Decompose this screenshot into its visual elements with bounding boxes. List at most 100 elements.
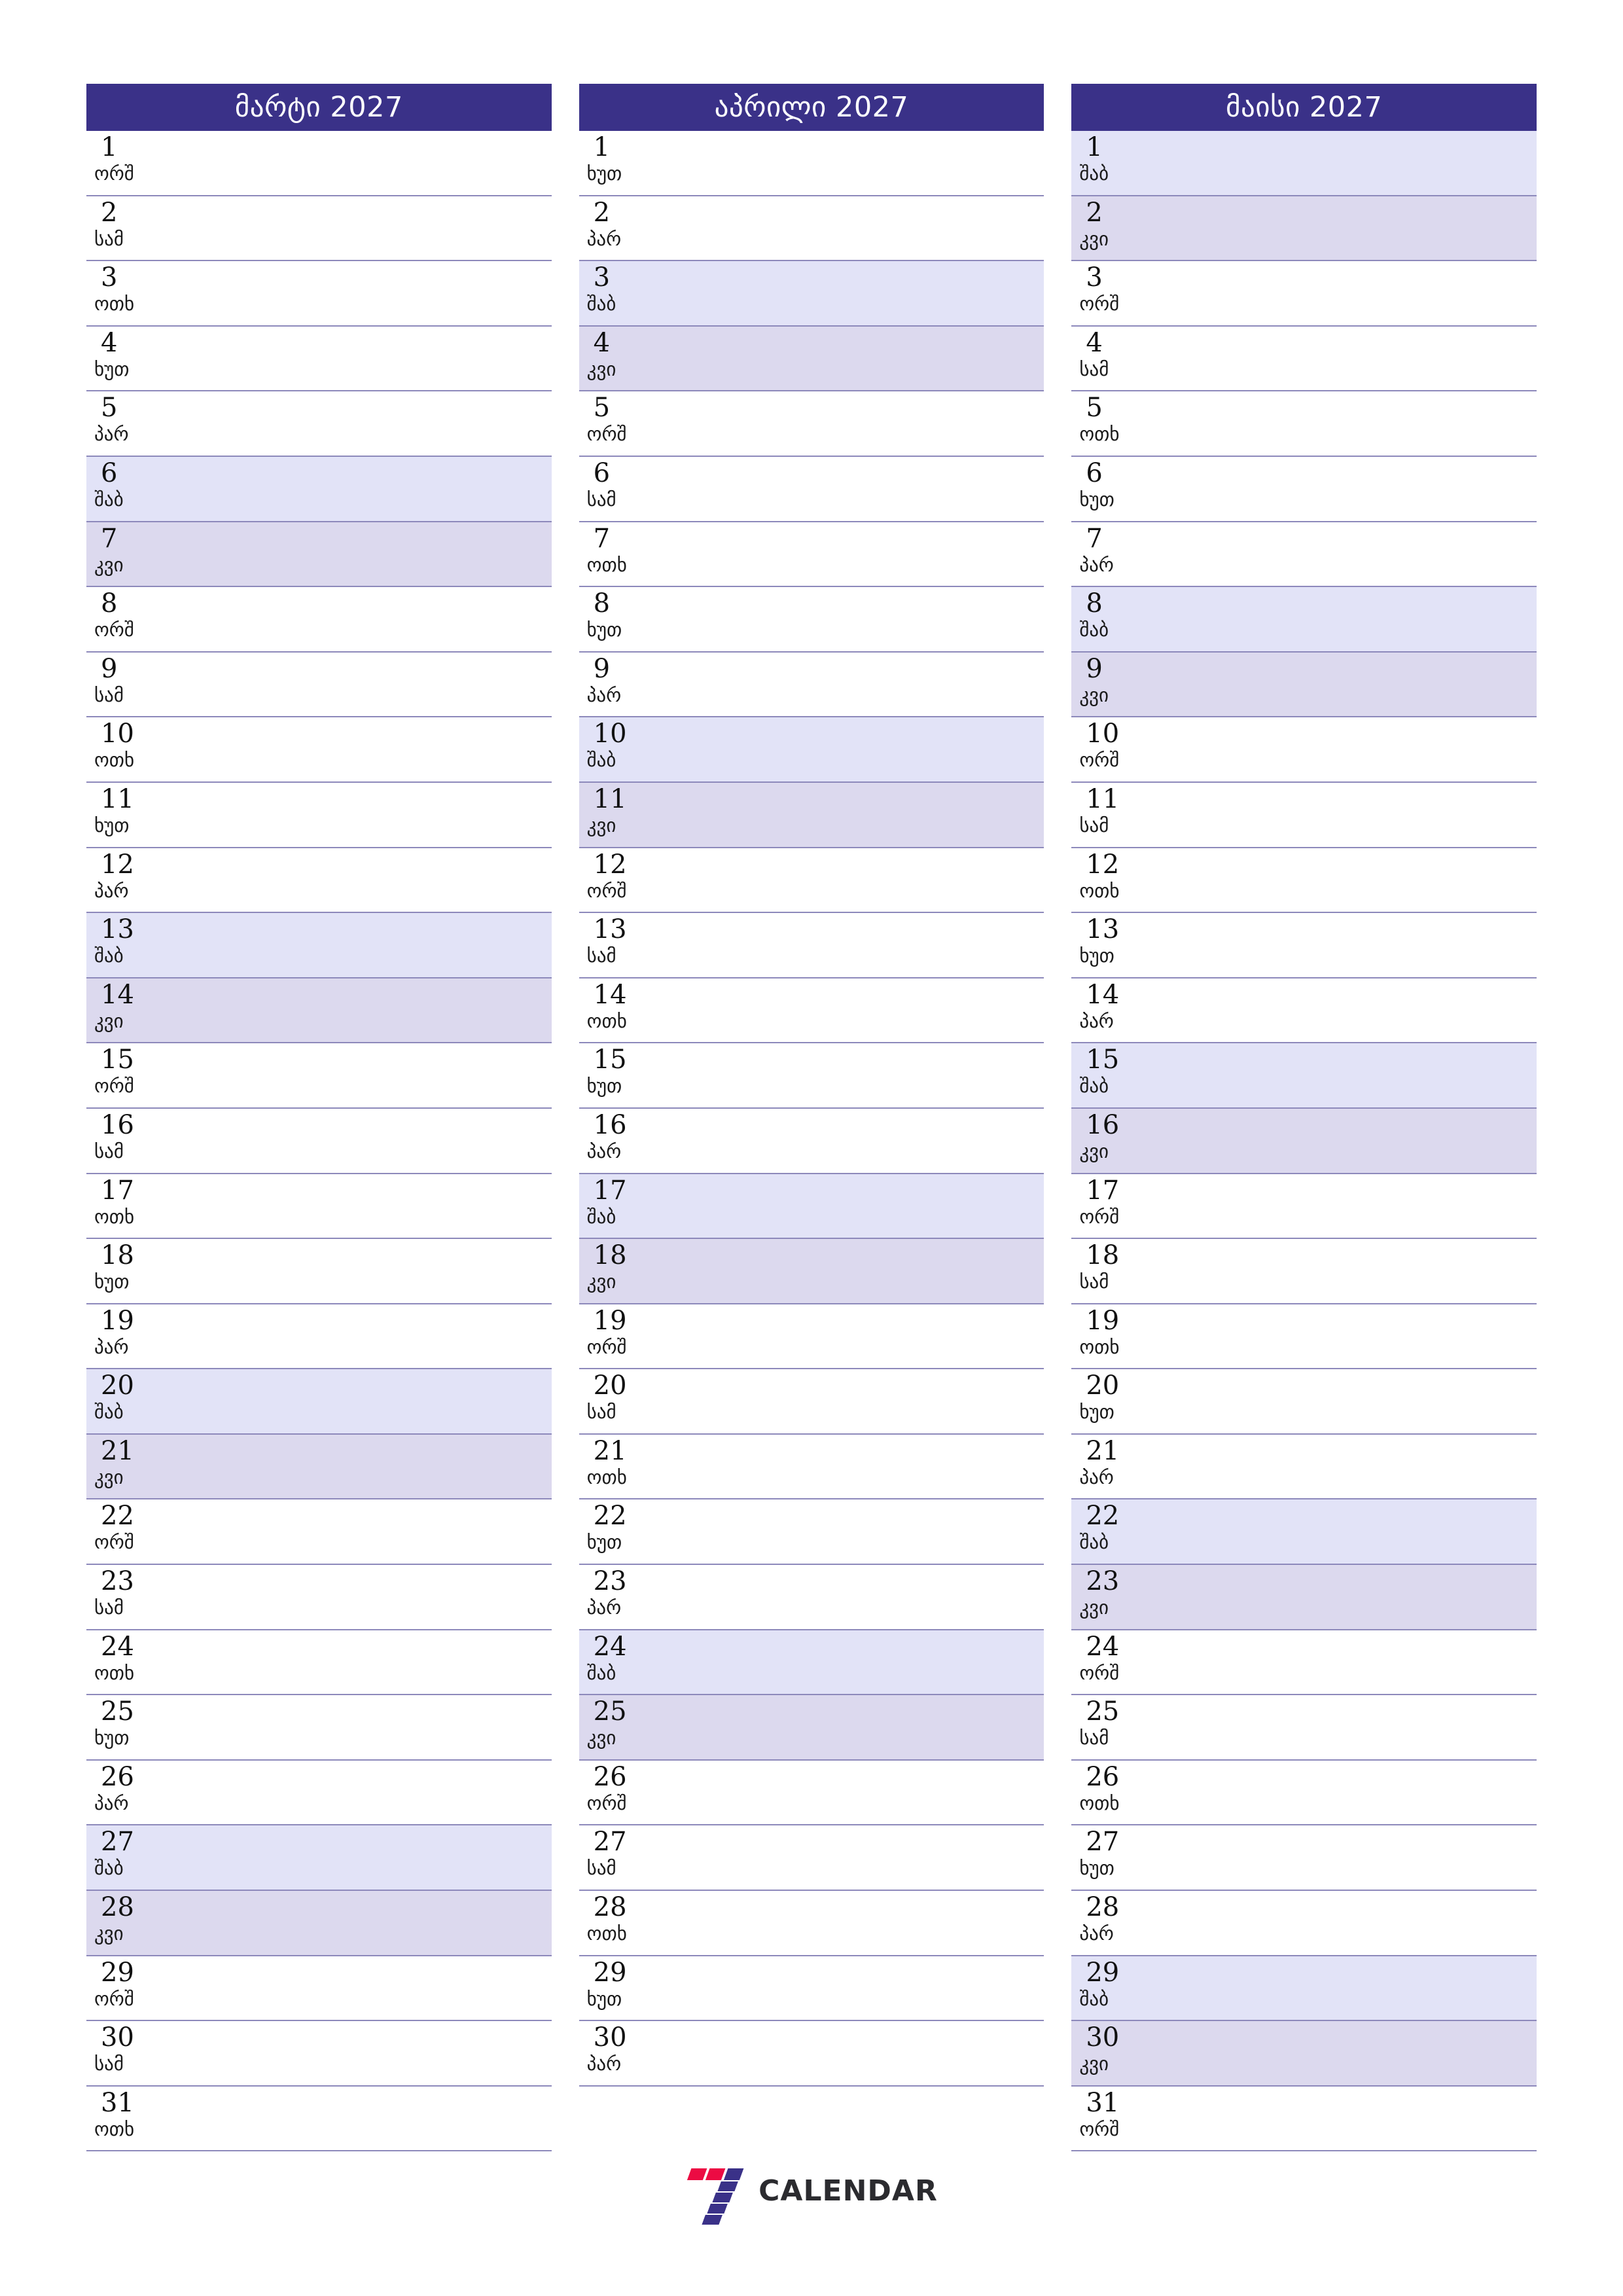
day-row[interactable]: 20 სამ	[579, 1369, 1044, 1435]
day-row[interactable]: 27 სამ	[579, 1825, 1044, 1892]
day-number: 27	[101, 1827, 134, 1857]
day-row[interactable]: 1 შაბ	[1071, 131, 1537, 196]
day-row[interactable]: 3 ორშ	[1071, 261, 1537, 327]
day-row[interactable]: 19 ოთხ	[1071, 1304, 1537, 1370]
day-row[interactable]: 3 შაბ	[579, 261, 1044, 327]
day-row[interactable]: 29 ორშ	[86, 1956, 552, 2022]
day-row[interactable]: 28 ოთხ	[579, 1891, 1044, 1956]
day-row[interactable]: 23 სამ	[86, 1565, 552, 1630]
day-row[interactable]: 10 შაბ	[579, 717, 1044, 783]
day-row[interactable]: 1 ორშ	[86, 131, 552, 196]
day-row[interactable]: 26 ოთხ	[1071, 1760, 1537, 1826]
day-row[interactable]: 7 ოთხ	[579, 522, 1044, 588]
day-row[interactable]: 4 ხუთ	[86, 326, 552, 392]
day-row[interactable]: 26 ორშ	[579, 1760, 1044, 1826]
day-row[interactable]: 11 კვი	[579, 782, 1044, 848]
day-row[interactable]: 20 ხუთ	[1071, 1369, 1537, 1435]
day-row[interactable]: 18 სამ	[1071, 1239, 1537, 1304]
day-row[interactable]: 25 ხუთ	[86, 1695, 552, 1761]
day-row[interactable]: 5 ორშ	[579, 391, 1044, 457]
day-number: 1	[1086, 132, 1103, 162]
day-row[interactable]: 15 შაბ	[1071, 1043, 1537, 1109]
day-row[interactable]: 6 შაბ	[86, 456, 552, 522]
day-row[interactable]: 7 კვი	[86, 522, 552, 588]
day-row[interactable]: 14 ოთხ	[579, 978, 1044, 1044]
day-row[interactable]: 12 ორშ	[579, 848, 1044, 914]
day-row[interactable]: 16 კვი	[1071, 1108, 1537, 1174]
day-row[interactable]: 5 პარ	[86, 391, 552, 457]
day-row[interactable]: 13 სამ	[579, 913, 1044, 978]
day-row[interactable]: 11 სამ	[1071, 782, 1537, 848]
day-row[interactable]: 5 ოთხ	[1071, 391, 1537, 457]
day-row[interactable]: 21 კვი	[86, 1434, 552, 1500]
day-row[interactable]: 29 შაბ	[1071, 1956, 1537, 2022]
day-row[interactable]: 24 შაბ	[579, 1630, 1044, 1696]
day-row[interactable]: 1 ხუთ	[579, 131, 1044, 196]
day-row[interactable]: 25 სამ	[1071, 1695, 1537, 1761]
day-row[interactable]: 2 პარ	[579, 196, 1044, 262]
day-row[interactable]: 18 კვი	[579, 1239, 1044, 1304]
day-row[interactable]: 7 პარ	[1071, 522, 1537, 588]
day-row[interactable]: 30 სამ	[86, 2021, 552, 2087]
day-row[interactable]: 23 კვი	[1071, 1565, 1537, 1630]
day-row[interactable]: 12 ოთხ	[1071, 848, 1537, 914]
day-row[interactable]: 10 ოთხ	[86, 717, 552, 783]
day-number: 11	[593, 783, 627, 814]
day-row[interactable]: 14 პარ	[1071, 978, 1537, 1044]
day-row[interactable]: 10 ორშ	[1071, 717, 1537, 783]
day-row[interactable]: 23 პარ	[579, 1565, 1044, 1630]
day-row[interactable]: 6 სამ	[579, 456, 1044, 522]
weekday-abbr: სამ	[1079, 357, 1109, 380]
day-row[interactable]: 2 სამ	[86, 196, 552, 262]
day-row[interactable]: 24 ოთხ	[86, 1630, 552, 1696]
day-row[interactable]: 27 ხუთ	[1071, 1825, 1537, 1892]
day-row[interactable]: 8 ორშ	[86, 587, 552, 653]
day-row[interactable]: 17 შაბ	[579, 1174, 1044, 1240]
day-row[interactable]: 17 ოთხ	[86, 1174, 552, 1240]
day-row[interactable]: 21 პარ	[1071, 1434, 1537, 1500]
day-row[interactable]: 9 კვი	[1071, 652, 1537, 718]
day-row[interactable]: 8 ხუთ	[579, 587, 1044, 653]
day-row[interactable]: 15 ხუთ	[579, 1043, 1044, 1109]
day-row[interactable]: 14 კვი	[86, 978, 552, 1044]
day-row[interactable]: 31 ოთხ	[86, 2086, 552, 2152]
day-row[interactable]: 18 ხუთ	[86, 1239, 552, 1304]
day-row[interactable]: 16 სამ	[86, 1108, 552, 1174]
day-row[interactable]: 30 პარ	[579, 2021, 1044, 2087]
day-row[interactable]: 22 ხუთ	[579, 1499, 1044, 1566]
day-row[interactable]: 19 ორშ	[579, 1304, 1044, 1370]
day-row[interactable]: 9 სამ	[86, 652, 552, 718]
day-row[interactable]: 22 ორშ	[86, 1499, 552, 1566]
day-row[interactable]: 4 სამ	[1071, 326, 1537, 392]
day-row[interactable]: 19 პარ	[86, 1304, 552, 1370]
weekday-abbr: პარ	[94, 423, 129, 446]
day-row[interactable]: 28 კვი	[86, 1891, 552, 1956]
day-row[interactable]: 31 ორშ	[1071, 2086, 1537, 2152]
day-row[interactable]: 15 ორშ	[86, 1043, 552, 1109]
day-row[interactable]: 26 პარ	[86, 1760, 552, 1826]
day-row[interactable]: 4 კვი	[579, 326, 1044, 392]
day-row[interactable]: 16 პარ	[579, 1108, 1044, 1174]
day-row[interactable]: 11 ხუთ	[86, 782, 552, 848]
day-row[interactable]: 8 შაბ	[1071, 587, 1537, 653]
day-row[interactable]: 30 კვი	[1071, 2021, 1537, 2087]
day-row[interactable]: 24 ორშ	[1071, 1630, 1537, 1696]
day-row[interactable]: 27 შაბ	[86, 1825, 552, 1892]
day-row[interactable]: 21 ოთხ	[579, 1434, 1044, 1500]
day-row[interactable]: 22 შაბ	[1071, 1499, 1537, 1566]
day-row[interactable]: 2 კვი	[1071, 196, 1537, 262]
day-row[interactable]: 6 ხუთ	[1071, 456, 1537, 522]
day-number: 5	[101, 393, 118, 423]
weekday-abbr: შაბ	[1079, 619, 1109, 641]
day-row[interactable]: 17 ორშ	[1071, 1174, 1537, 1240]
day-row[interactable]: 29 ხუთ	[579, 1956, 1044, 2022]
day-row[interactable]: 13 ხუთ	[1071, 913, 1537, 978]
day-row[interactable]: 12 პარ	[86, 848, 552, 914]
day-row[interactable]: 20 შაბ	[86, 1369, 552, 1435]
day-row[interactable]: 3 ოთხ	[86, 261, 552, 327]
weekday-abbr: ხუთ	[94, 1270, 130, 1293]
day-row[interactable]: 25 კვი	[579, 1695, 1044, 1761]
day-row[interactable]: 13 შაბ	[86, 913, 552, 978]
day-row[interactable]: 9 პარ	[579, 652, 1044, 718]
day-row[interactable]: 28 პარ	[1071, 1891, 1537, 1956]
